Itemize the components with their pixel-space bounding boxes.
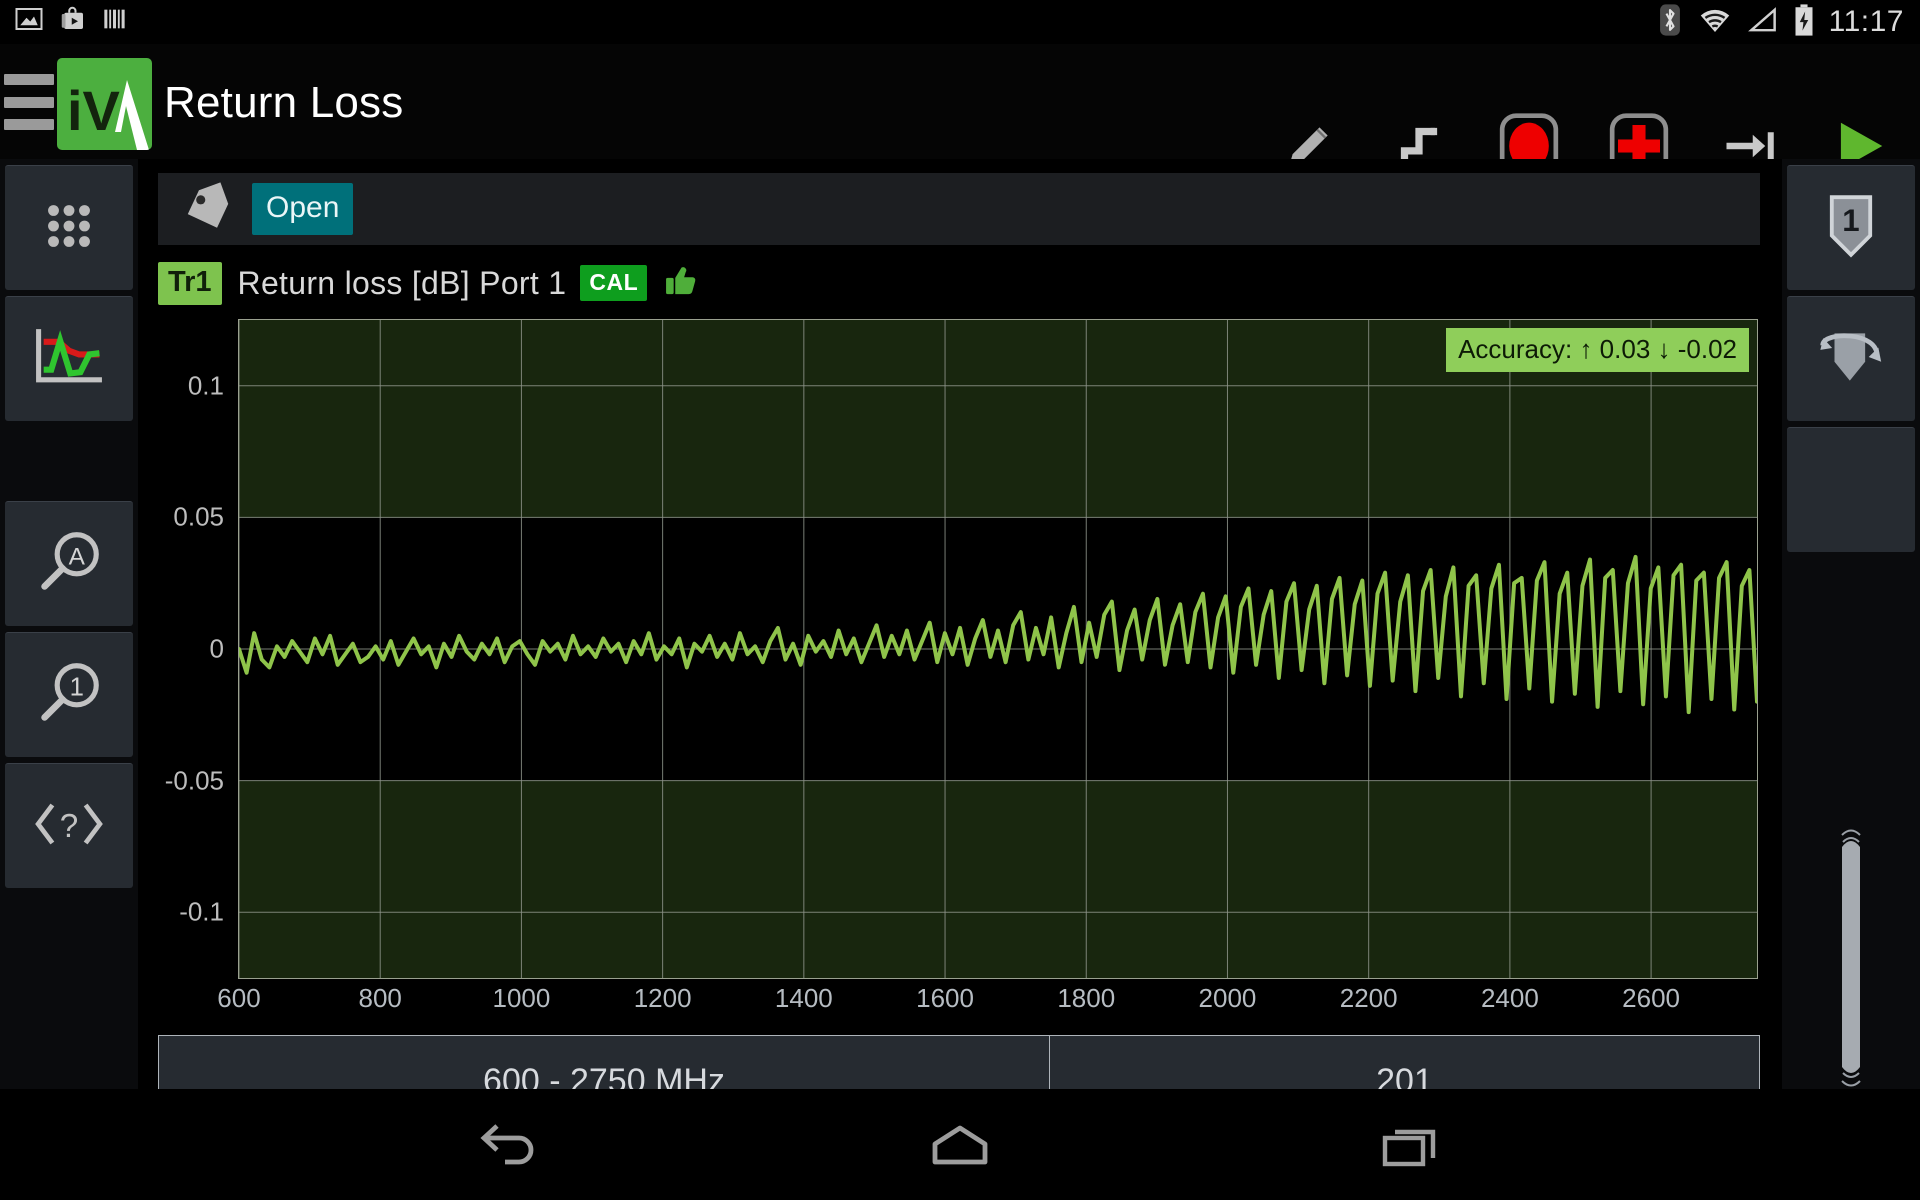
- y-tick-label: -0.05: [164, 765, 224, 796]
- x-tick-label: 1000: [492, 983, 551, 1013]
- page-title: Return Loss: [164, 78, 404, 127]
- trace-graph-icon: [31, 324, 107, 395]
- trace-header: Tr1 Return loss [dB] Port 1 CAL: [158, 255, 699, 311]
- bluetooth-icon: [1657, 3, 1683, 42]
- x-axis-labels: 600 800 1000 1200 1400 1600 1800 2000 2200 2400 26…: [217, 983, 1758, 1023]
- nav-home-button[interactable]: [900, 1105, 1020, 1185]
- status-notification-icons: [14, 4, 130, 39]
- chart: 0.1 0.05 0 -0.05 -0.1 Accuracy: ↑ 0.03 ↓ -0.…: [158, 319, 1760, 1019]
- cal-badge: CAL: [580, 265, 648, 301]
- marker-flag-1-icon: 1: [1822, 190, 1880, 267]
- magnifier-a-icon: A: [33, 526, 105, 603]
- sidebar-item-format[interactable]: ?: [5, 763, 133, 888]
- y-tick-label: -0.1: [179, 896, 224, 927]
- svg-text:A: A: [69, 543, 86, 570]
- battery-charging-icon: [1793, 3, 1815, 42]
- sidebar-item-autoscale[interactable]: A: [5, 501, 133, 626]
- wifi-icon: [1697, 5, 1733, 40]
- accuracy-badge: Accuracy: ↑ 0.03 ↓ -0.02: [1446, 328, 1749, 372]
- app-bar: iV Return Loss: [0, 44, 1920, 179]
- x-tick-label: 800: [358, 983, 402, 1013]
- sidebar-item-marker-move[interactable]: [1787, 296, 1915, 421]
- left-sidebar: A 1 ?: [0, 159, 138, 1089]
- app-root: 11:17 iV Return Loss A 1 ? 1 Open Tr1 Re…: [0, 0, 1920, 1200]
- x-tick-label: 1600: [916, 983, 974, 1013]
- svg-text:1: 1: [70, 673, 84, 701]
- y-tick-label: 0.05: [173, 501, 224, 532]
- right-sidebar: 1: [1782, 159, 1920, 1089]
- angle-question-icon: ?: [31, 796, 107, 857]
- sidebar-item-marker-1[interactable]: 1: [1787, 165, 1915, 290]
- svg-text:?: ?: [60, 808, 79, 845]
- x-tick-label: 600: [217, 983, 261, 1013]
- main-panel: Open Tr1 Return loss [dB] Port 1 CAL 0.1…: [138, 159, 1782, 1127]
- nav-recents-button[interactable]: [1350, 1105, 1470, 1185]
- barcode-icon: [102, 4, 130, 39]
- level-slider[interactable]: [1828, 819, 1874, 1099]
- x-tick-label: 2400: [1480, 983, 1539, 1013]
- plot-area[interactable]: Accuracy: ↑ 0.03 ↓ -0.02: [238, 319, 1758, 979]
- trace-badge[interactable]: Tr1: [158, 261, 222, 305]
- thumbs-up-icon: [661, 262, 699, 305]
- sidebar-item-trace[interactable]: [5, 296, 133, 421]
- tag-icon[interactable]: [180, 182, 236, 236]
- tag-open-chip[interactable]: Open: [252, 183, 354, 235]
- sidebar-item-apps[interactable]: [5, 165, 133, 290]
- magnifier-1-icon: 1: [33, 657, 105, 734]
- y-tick-label: 0: [209, 633, 224, 664]
- image-icon: [14, 4, 44, 39]
- app-store-icon: [58, 4, 88, 39]
- y-axis-labels: 0.1 0.05 0 -0.05 -0.1: [158, 319, 224, 979]
- android-status-bar: 11:17: [0, 0, 1920, 44]
- hamburger-icon[interactable]: [4, 74, 54, 130]
- x-tick-label: 1200: [633, 983, 692, 1013]
- trace-description: Return loss [dB] Port 1: [237, 264, 567, 301]
- app-logo: iV: [57, 58, 152, 150]
- svg-text:1: 1: [1842, 202, 1859, 237]
- y-tick-label: 0.1: [187, 370, 224, 401]
- x-tick-label: 2600: [1622, 983, 1680, 1013]
- status-clock: 11:17: [1828, 5, 1904, 38]
- status-system-icons: 11:17: [1657, 2, 1904, 42]
- nav-back-button[interactable]: [450, 1105, 570, 1185]
- x-tick-label: 2000: [1198, 983, 1257, 1013]
- trace-svg: [239, 320, 1757, 978]
- x-tick-label: 1800: [1057, 983, 1116, 1013]
- sidebar-item-blank[interactable]: [1787, 427, 1915, 552]
- android-nav-bar: [0, 1089, 1920, 1200]
- x-tick-label: 2200: [1339, 983, 1398, 1013]
- sidebar-item-zoom-one[interactable]: 1: [5, 632, 133, 757]
- svg-text:iV: iV: [67, 79, 120, 142]
- x-tick-label: 1400: [774, 983, 833, 1013]
- cell-signal-icon: [1747, 5, 1779, 40]
- tag-bar: Open: [158, 173, 1760, 245]
- marker-move-icon: [1812, 324, 1890, 395]
- grid-dots-icon: [38, 195, 100, 262]
